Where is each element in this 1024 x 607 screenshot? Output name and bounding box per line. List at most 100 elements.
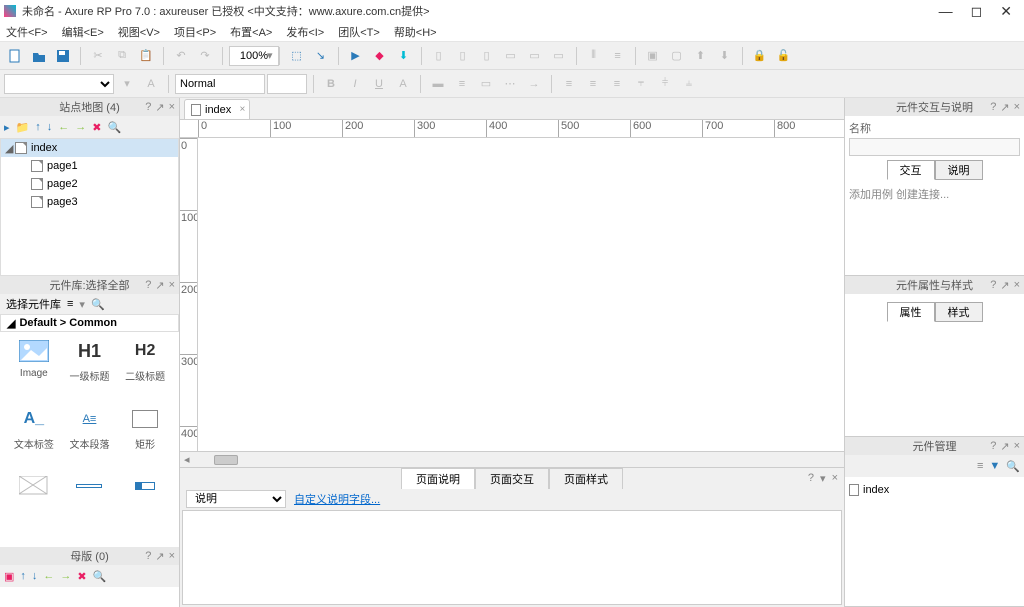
bring-front-icon[interactable]: ⬆ [690, 45, 712, 67]
sitemap-page[interactable]: page1 [1, 157, 178, 175]
outdent-icon[interactable]: ← [58, 121, 69, 133]
outline-search-icon[interactable]: 🔍 [1006, 460, 1020, 473]
widget-paragraph[interactable]: A≡ 文本段落 [62, 406, 118, 462]
master-delete-icon[interactable]: ✖ [77, 570, 86, 583]
text-middle-icon[interactable]: ⫩ [654, 73, 676, 95]
close-button[interactable]: ✕ [1000, 4, 1012, 18]
panel-help-icon[interactable]: ? [808, 472, 814, 485]
widget-rectangle[interactable]: 矩形 [117, 406, 173, 462]
notes-textarea[interactable] [182, 510, 842, 605]
custom-fields-link[interactable]: 自定义说明字段... [294, 491, 380, 507]
outline-sort-icon[interactable]: ≡ [977, 460, 983, 472]
copy-icon[interactable]: ⧉ [111, 45, 133, 67]
hamburger-icon[interactable]: ≡ [67, 298, 73, 310]
add-page-icon[interactable]: ▸ [4, 121, 10, 134]
align-top-icon[interactable]: ▭ [500, 45, 522, 67]
text-align-center-icon[interactable]: ≡ [582, 73, 604, 95]
align-middle-icon[interactable]: ▭ [524, 45, 546, 67]
widget-label[interactable]: A_ 文本标签 [6, 406, 62, 462]
panel-help-icon[interactable]: ? [990, 440, 996, 453]
widget-image[interactable]: Image [6, 338, 62, 394]
undo-icon[interactable]: ↶ [170, 45, 192, 67]
tab-page-notes[interactable]: 页面说明 [401, 468, 475, 489]
panel-help-icon[interactable]: ? [990, 279, 996, 292]
menu-view[interactable]: 视图<V> [118, 24, 160, 40]
menu-file[interactable]: 文件<F> [6, 24, 48, 40]
panel-help-icon[interactable]: ? [145, 550, 151, 563]
panel-collapse-icon[interactable]: ▾ [820, 472, 826, 485]
paste-icon[interactable]: 📋 [135, 45, 157, 67]
panel-close-icon[interactable]: × [832, 472, 838, 485]
outline-root[interactable]: index [849, 481, 1020, 499]
cut-icon[interactable]: ✂ [87, 45, 109, 67]
tab-style[interactable]: 样式 [935, 302, 983, 322]
menu-arrange[interactable]: 布置<A> [230, 24, 272, 40]
text-align-right-icon[interactable]: ≡ [606, 73, 628, 95]
panel-pin-icon[interactable]: ↗ [155, 101, 164, 114]
font-bold-icon[interactable]: A [140, 73, 162, 95]
scrollbar-thumb[interactable] [214, 455, 238, 465]
border-color-icon[interactable]: ▭ [475, 73, 497, 95]
panel-pin-icon[interactable]: ↗ [1000, 279, 1009, 292]
panel-close-icon[interactable]: × [169, 550, 175, 563]
text-top-icon[interactable]: ⫧ [630, 73, 652, 95]
tab-interaction[interactable]: 交互 [887, 160, 935, 180]
search-widgets-icon[interactable]: 🔍 [91, 298, 105, 311]
font-color-icon[interactable]: A [392, 73, 414, 95]
master-down-icon[interactable]: ↓ [32, 570, 38, 582]
maximize-button[interactable]: ◻ [971, 4, 983, 18]
panel-pin-icon[interactable]: ↗ [155, 550, 164, 563]
add-folder-icon[interactable]: 📁 [16, 121, 30, 134]
redo-icon[interactable]: ↷ [194, 45, 216, 67]
widget-more[interactable] [6, 473, 62, 529]
group-icon[interactable]: ▣ [642, 45, 664, 67]
distribute-h-icon[interactable]: ⫴ [583, 45, 605, 67]
font-family-select[interactable] [4, 74, 114, 94]
ungroup-icon[interactable]: ▢ [666, 45, 688, 67]
widget-h2[interactable]: H2 二级标题 [117, 338, 173, 394]
send-back-icon[interactable]: ⬇ [714, 45, 736, 67]
widget-more[interactable] [62, 473, 118, 529]
master-search-icon[interactable]: 🔍 [93, 570, 107, 583]
axshare-icon[interactable]: ◆ [369, 45, 391, 67]
indent-icon[interactable]: → [75, 121, 86, 133]
menu-project[interactable]: 项目<P> [174, 24, 216, 40]
font-weight-select[interactable] [175, 74, 265, 94]
save-icon[interactable] [52, 45, 74, 67]
widget-h1[interactable]: H1 一级标题 [62, 338, 118, 394]
menu-help[interactable]: 帮助<H> [394, 24, 437, 40]
document-tab[interactable]: index × [184, 99, 250, 119]
add-case-hint[interactable]: 添加用例 创建连接... [849, 186, 1020, 202]
panel-help-icon[interactable]: ? [990, 101, 996, 114]
minimize-button[interactable]: — [939, 4, 953, 18]
horizontal-scrollbar[interactable]: ◂ [180, 451, 844, 467]
menu-team[interactable]: 团队<T> [338, 24, 380, 40]
fill-color-icon[interactable]: ▬ [427, 73, 449, 95]
new-file-icon[interactable] [4, 45, 26, 67]
select-mode-icon[interactable]: ⬚ [286, 45, 308, 67]
border-width-icon[interactable]: ≡ [451, 73, 473, 95]
distribute-v-icon[interactable]: ≡ [607, 45, 629, 67]
add-master-icon[interactable]: ▣ [4, 570, 14, 583]
generate-icon[interactable]: ⬇ [393, 45, 415, 67]
connect-mode-icon[interactable]: ↘ [310, 45, 332, 67]
panel-close-icon[interactable]: × [1014, 440, 1020, 453]
italic-icon[interactable]: I [344, 73, 366, 95]
master-up-icon[interactable]: ↑ [20, 570, 26, 582]
font-down-icon[interactable]: ▾ [116, 73, 138, 95]
panel-help-icon[interactable]: ? [145, 279, 151, 292]
tab-page-style[interactable]: 页面样式 [549, 468, 623, 489]
outline-filter-icon[interactable]: ▼ [989, 460, 1000, 472]
sitemap-root[interactable]: ◢ index [1, 139, 178, 157]
search-sitemap-icon[interactable]: 🔍 [107, 121, 121, 134]
sitemap-page[interactable]: page2 [1, 175, 178, 193]
underline-icon[interactable]: U [368, 73, 390, 95]
panel-pin-icon[interactable]: ↗ [1000, 101, 1009, 114]
tab-page-interactions[interactable]: 页面交互 [475, 468, 549, 489]
panel-help-icon[interactable]: ? [145, 101, 151, 114]
close-tab-icon[interactable]: × [239, 104, 245, 115]
sitemap-page[interactable]: page3 [1, 193, 178, 211]
align-left-icon[interactable]: ▯ [428, 45, 450, 67]
move-down-icon[interactable]: ↓ [47, 121, 53, 133]
panel-close-icon[interactable]: × [169, 101, 175, 114]
